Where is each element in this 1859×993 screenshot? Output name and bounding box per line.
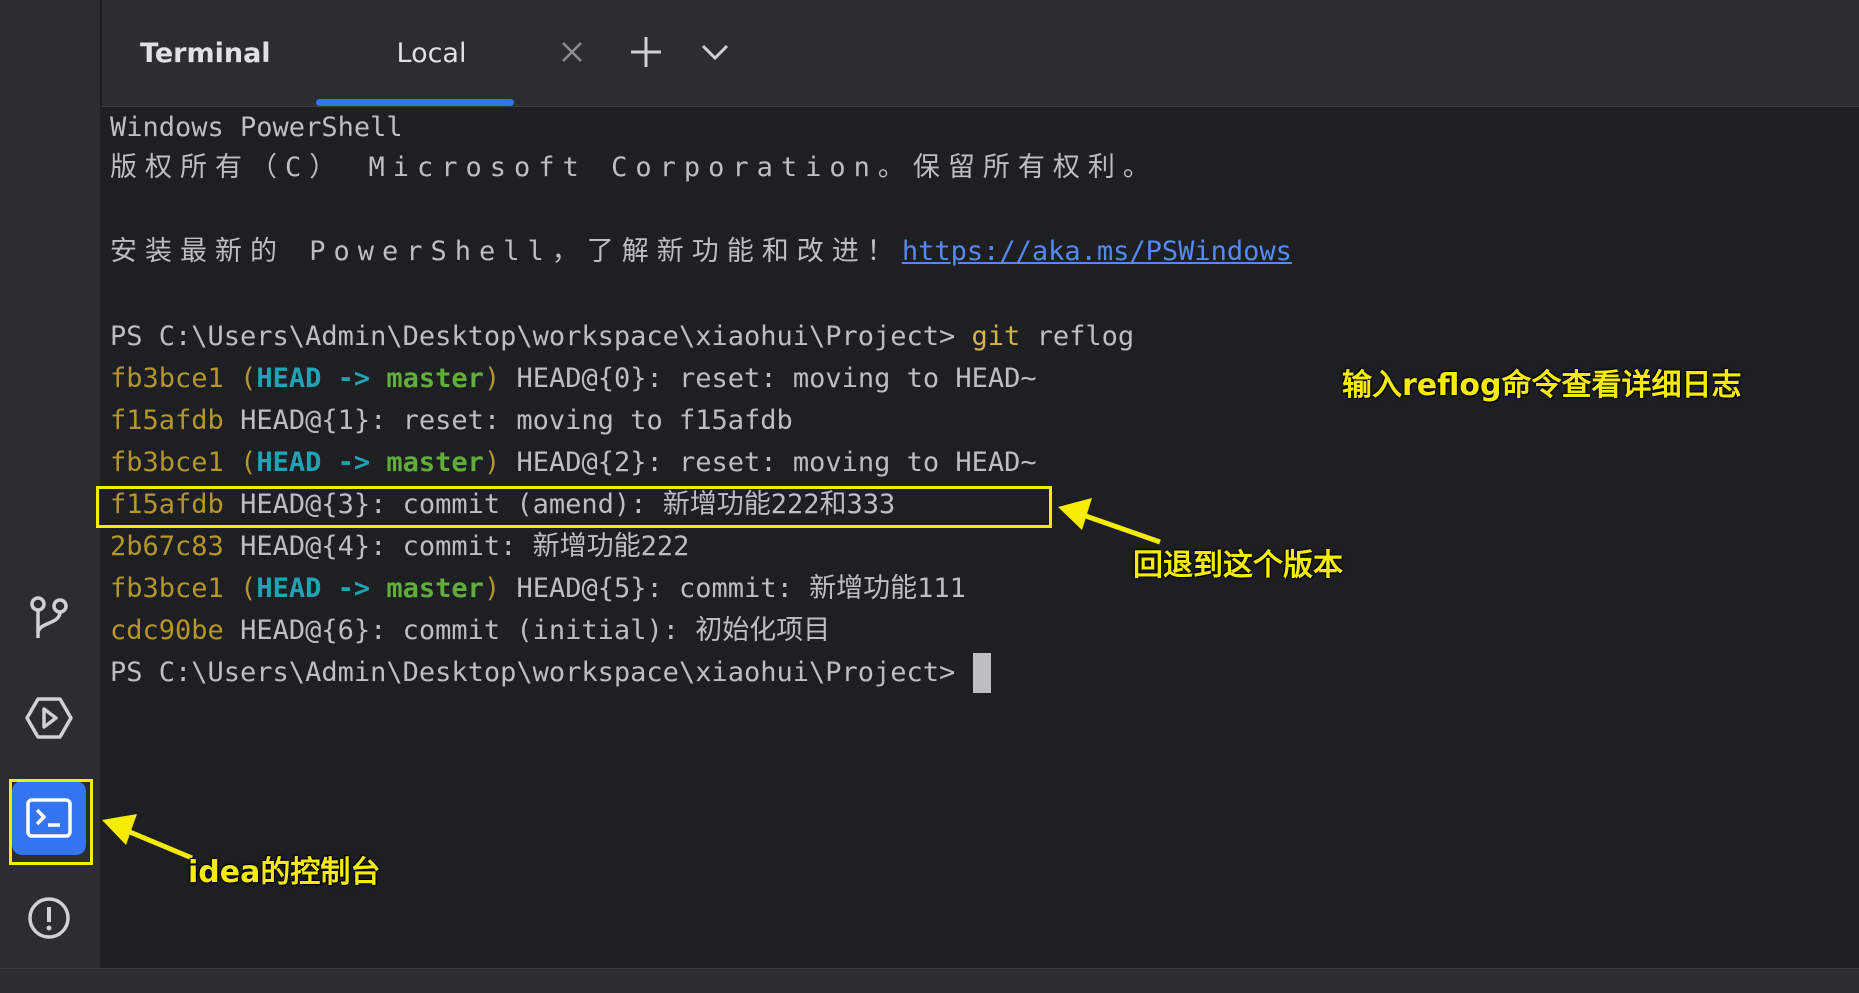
commit-hash: fb3bce1 [110,363,224,394]
prompt-line[interactable]: PS C:\Users\Admin\Desktop\workspace\xiao… [110,653,992,693]
commit-hash: cdc90be [110,615,224,646]
tab-label: Local [396,38,467,69]
reflog-line: f15afdb HEAD@{1}: reset: moving to f15af… [110,401,793,441]
ref-close: ) [483,573,501,604]
plus-icon[interactable] [628,34,664,74]
annotation-console-note: idea的控制台 [188,855,381,890]
ref-arrow: -> [337,447,371,478]
problems-icon[interactable] [12,881,86,955]
reflog-text: HEAD@{0}: reset: moving to HEAD~ [516,363,1037,394]
ref-arrow: -> [337,363,371,394]
command-arg: reflog [1036,321,1135,352]
ref-close: ) [483,447,501,478]
reflog-text: HEAD@{5}: commit: 新增功能111 [516,573,966,604]
terminal-header: Terminal Local [102,0,1859,107]
commit-hash: fb3bce1 [110,447,224,478]
ref-arrow: -> [337,573,371,604]
copyright-line: 版权所有（C） Microsoft Corporation。保留所有权利。 [110,148,1158,188]
banner-line: Windows PowerShell [110,112,403,143]
chevron-down-icon[interactable] [700,40,730,68]
command-line: PS C:\Users\Admin\Desktop\workspace\xiao… [110,317,1134,357]
install-text: 安装最新的 PowerShell，了解新功能和改进！ [110,236,902,267]
commit-hash: 2b67c83 [110,531,224,562]
copyright-text: 版权所有（C） Microsoft Corporation。保留所有权利。 [110,152,1158,183]
ref-open: ( [240,573,257,604]
git-branch-icon[interactable] [12,580,86,654]
prompt: PS C:\Users\Admin\Desktop\workspace\xiao… [110,657,956,688]
reflog-line: 2b67c83 HEAD@{4}: commit: 新增功能222 [110,527,689,567]
reflog-line: cdc90be HEAD@{6}: commit (initial): 初始化项… [110,611,830,651]
reflog-line: fb3bce1 (HEAD -> master) HEAD@{0}: reset… [110,359,1037,399]
highlight-box-terminal [9,779,93,865]
tool-window-title: Terminal [140,38,271,69]
commit-hash: f15afdb [110,405,224,436]
reflog-line: fb3bce1 (HEAD -> master) HEAD@{2}: reset… [110,443,1037,483]
active-tab-indicator [316,99,514,106]
install-link[interactable]: https://aka.ms/PSWindows [902,236,1292,267]
terminal-output[interactable]: Windows PowerShell 版权所有（C） Microsoft Cor… [110,108,1810,968]
head-ref: HEAD [256,573,322,604]
text-cursor [973,653,992,693]
install-line: 安装最新的 PowerShell，了解新功能和改进！https://aka.ms… [110,232,1292,272]
ref-open: ( [240,447,257,478]
branch-ref: master [386,363,484,394]
ref-open: ( [240,363,257,394]
commit-hash: fb3bce1 [110,573,224,604]
highlight-box-rollback [96,486,1052,528]
branch-ref: master [386,447,484,478]
reflog-text: HEAD@{1}: reset: moving to f15afdb [240,405,793,436]
command-git: git [971,321,1021,352]
head-ref: HEAD [256,363,322,394]
close-icon[interactable] [560,40,584,68]
branch-ref: master [386,573,484,604]
prompt: PS C:\Users\Admin\Desktop\workspace\xiao… [110,321,956,352]
reflog-text: HEAD@{6}: commit (initial): 初始化项目 [240,615,831,646]
reflog-line: fb3bce1 (HEAD -> master) HEAD@{5}: commi… [110,569,966,609]
reflog-text: HEAD@{4}: commit: 新增功能222 [240,531,690,562]
annotation-rollback-note: 回退到这个版本 [1133,548,1343,583]
reflog-text: HEAD@{2}: reset: moving to HEAD~ [516,447,1037,478]
run-icon[interactable] [12,681,86,755]
annotation-reflog-note: 输入reflog命令查看详细日志 [1342,368,1742,403]
head-ref: HEAD [256,447,322,478]
ref-close: ) [483,363,501,394]
status-bar [0,968,1859,993]
